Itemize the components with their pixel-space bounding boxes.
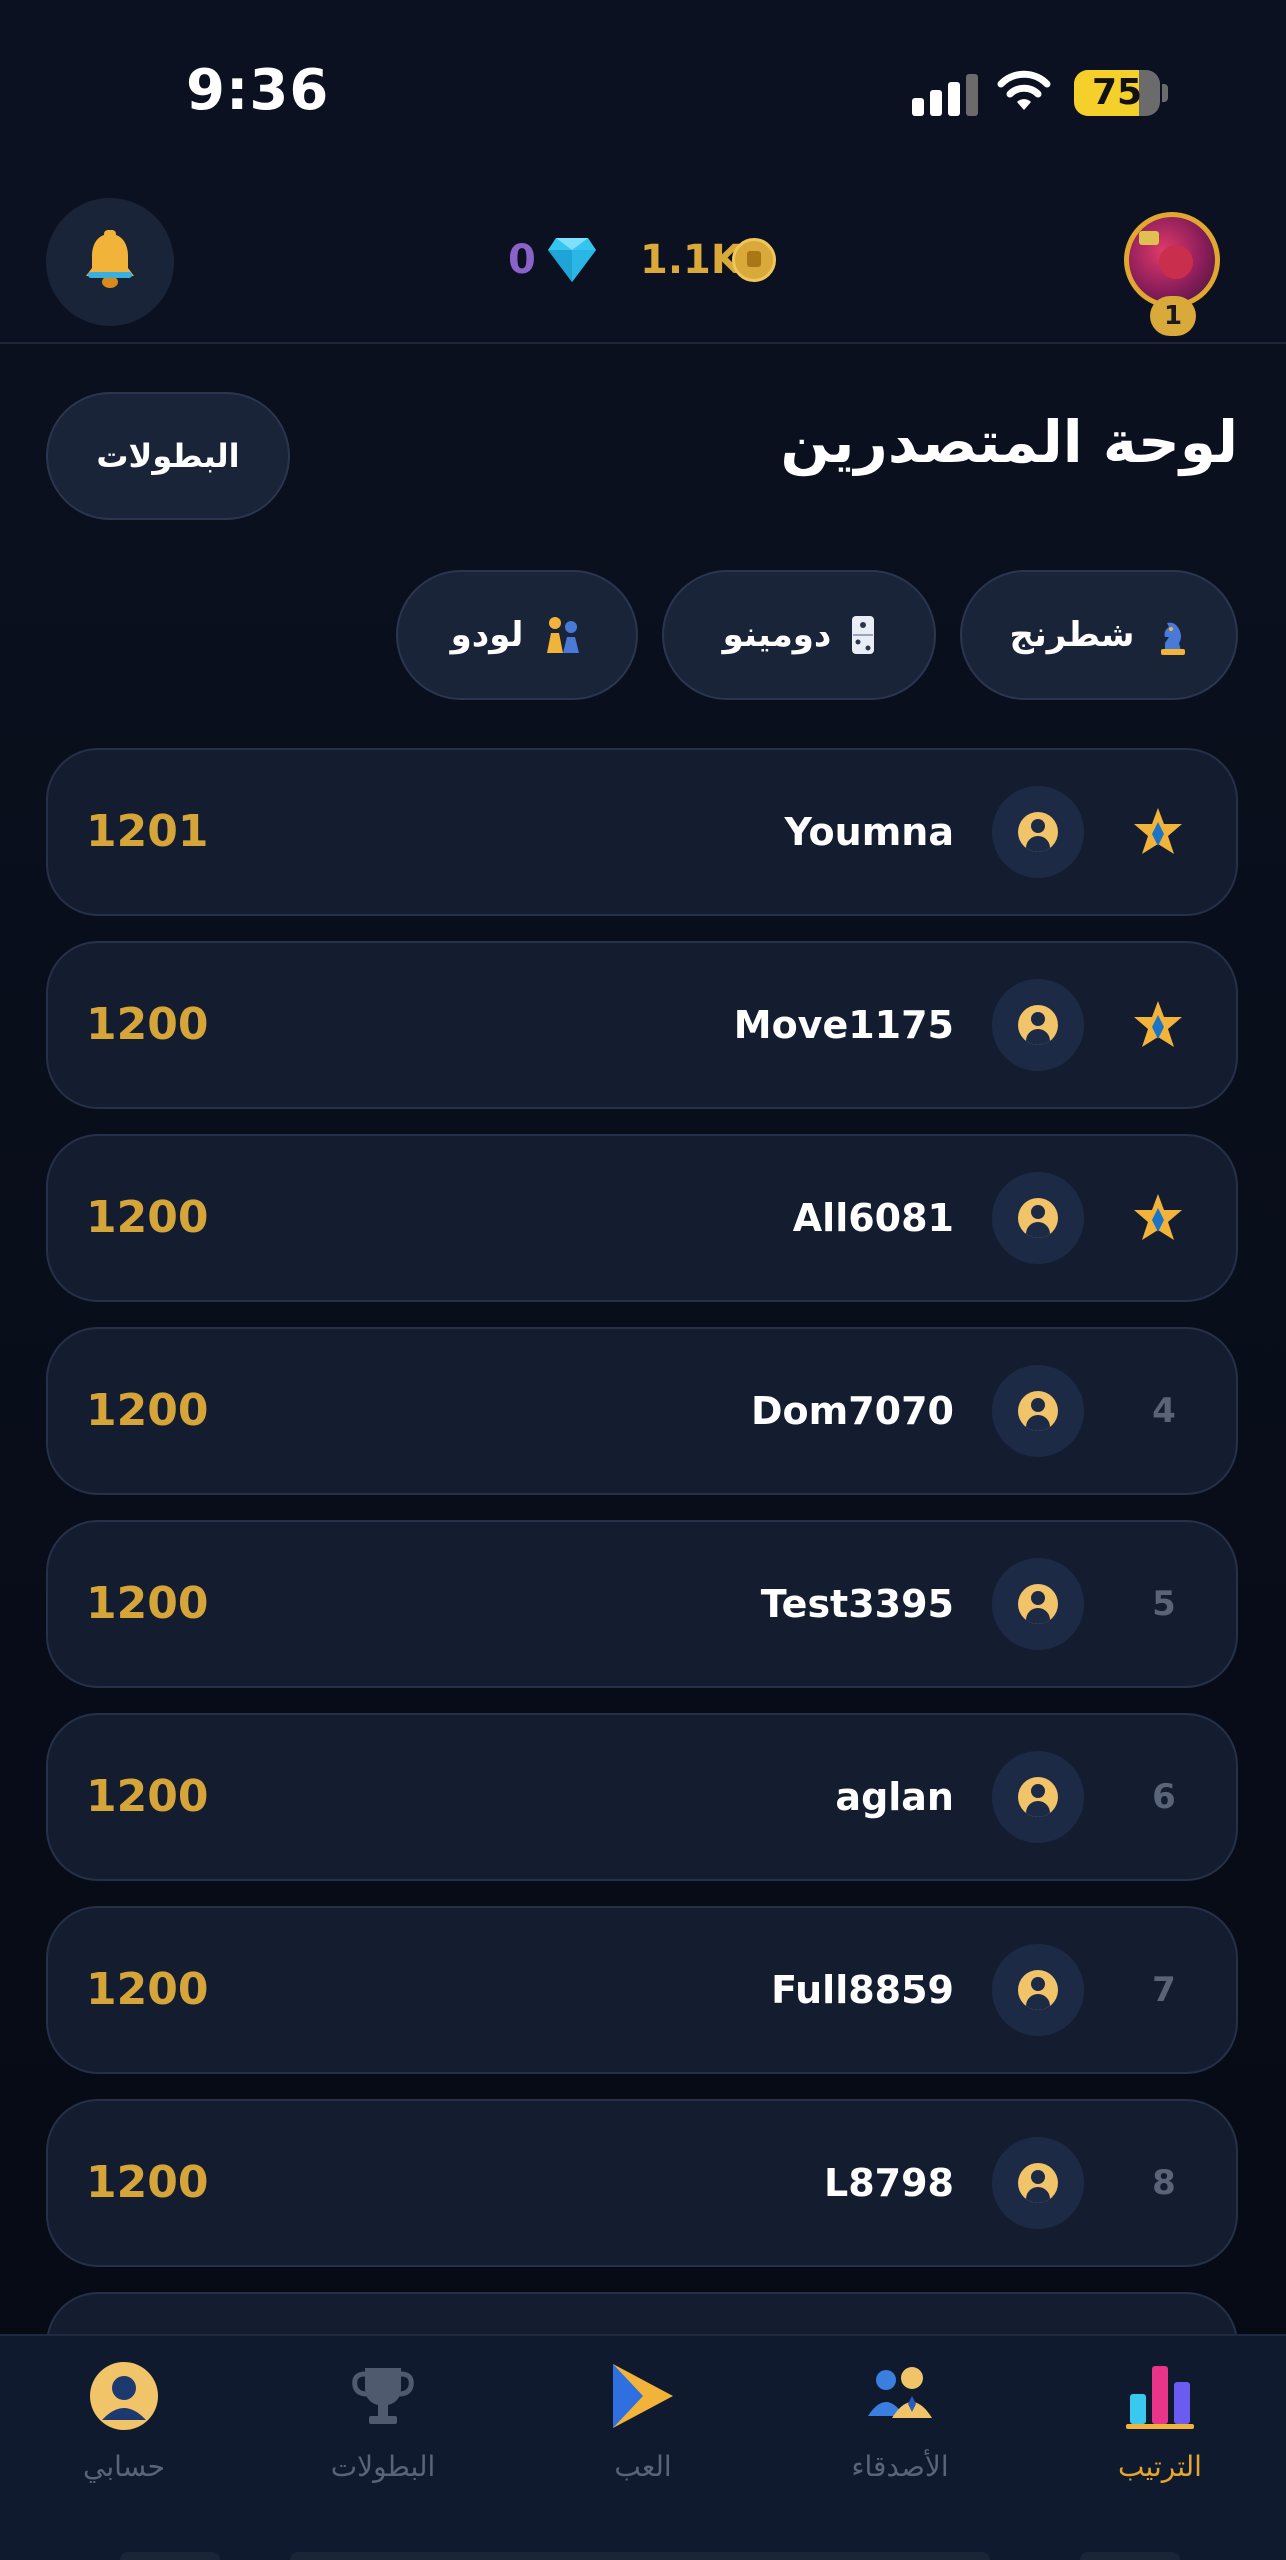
play-icon	[613, 2364, 673, 2428]
filter-domino-label: دومينو	[722, 615, 832, 655]
row-username: Full8859	[771, 1968, 954, 2012]
filter-chess[interactable]: شطرنج	[960, 570, 1238, 700]
leaderboard-row[interactable]: 1200 All6081	[46, 1134, 1238, 1302]
level-badge: 1	[1150, 296, 1196, 336]
filter-ludo-label: لودو	[450, 615, 524, 655]
system-nav-bar-right	[1080, 2552, 1180, 2560]
gems-balance[interactable]: 0	[508, 230, 596, 290]
user-avatar-icon	[992, 1751, 1084, 1843]
row-username: Test3395	[760, 1582, 954, 1626]
leaderboard-row[interactable]: 1201 Youmna	[46, 748, 1238, 916]
coins-count: 1.1K	[640, 237, 742, 283]
row-username: Youmna	[784, 810, 954, 854]
user-avatar-icon	[992, 1365, 1084, 1457]
tournaments-button[interactable]: البطولات	[46, 392, 290, 520]
row-score: 1200	[86, 1385, 209, 1436]
user-avatar-icon	[992, 786, 1084, 878]
row-score: 1200	[86, 2157, 209, 2208]
leaderboard-row[interactable]: 1200 Test3395 5	[46, 1520, 1238, 1688]
top-header: 0 1.1K 1	[0, 190, 1286, 344]
nav-ranking-label: الترتيب	[1118, 2450, 1202, 2483]
status-time: 9:36	[186, 58, 330, 123]
status-bar: 9:36 75	[0, 0, 1286, 190]
notifications-button[interactable]	[46, 198, 174, 326]
nav-friends[interactable]: الأصدقاء	[800, 2336, 1000, 2506]
bell-icon	[86, 230, 134, 288]
trophy-icon	[352, 2368, 414, 2424]
top-rank-star-icon	[1134, 1001, 1182, 1047]
row-rank: 7	[1152, 1970, 1176, 2010]
leaderboard-row[interactable]: 1200 Move1175	[46, 941, 1238, 1109]
user-avatar-icon	[992, 1944, 1084, 2036]
row-score: 1200	[86, 1192, 209, 1243]
friends-icon	[868, 2367, 932, 2418]
system-nav-bar-center	[290, 2552, 990, 2560]
nav-play-label: العب	[614, 2450, 672, 2483]
row-rank: 6	[1152, 1777, 1176, 1817]
top-rank-star-icon	[1134, 1194, 1182, 1240]
nav-ranking[interactable]: الترتيب	[1060, 2336, 1260, 2506]
profile-avatar[interactable]	[1124, 212, 1220, 308]
leaderboard-row[interactable]: 1200 Dom7070 4	[46, 1327, 1238, 1495]
system-nav-bar-left	[120, 2552, 220, 2560]
row-rank: 4	[1152, 1391, 1176, 1431]
row-score: 1200	[86, 999, 209, 1050]
wifi-icon	[996, 70, 1052, 118]
leaderboard-row[interactable]: 1200 Full8859 7	[46, 1906, 1238, 2074]
nav-tournaments[interactable]: البطولات	[283, 2336, 483, 2506]
filter-domino[interactable]: دومينو	[662, 570, 936, 700]
battery-percent: 75	[1091, 72, 1143, 113]
leaderboard-row[interactable]: 1200 aglan 6	[46, 1713, 1238, 1881]
row-rank: 8	[1152, 2163, 1176, 2203]
nav-account[interactable]: حسابي	[24, 2336, 224, 2506]
leaderboard-screen: 9:36 75 0 1.1K 1 البطولات لوحة المتصدرين…	[0, 0, 1286, 2560]
user-avatar-icon	[992, 979, 1084, 1071]
gems-count: 0	[508, 237, 536, 283]
filter-chess-label: شطرنج	[1009, 615, 1135, 655]
bottom-navigation: حسابي البطولات العب الأصدقاء الترتيب	[0, 2334, 1286, 2560]
row-username: aglan	[835, 1775, 954, 1819]
domino-icon	[852, 616, 875, 654]
row-username: Dom7070	[750, 1389, 954, 1433]
user-avatar-icon	[992, 1558, 1084, 1650]
coins-balance[interactable]: 1.1K	[640, 230, 776, 290]
row-username: All6081	[792, 1196, 954, 1240]
filter-ludo[interactable]: لودو	[396, 570, 638, 700]
page-title: لوحة المتصدرين	[780, 408, 1238, 476]
row-rank: 5	[1152, 1584, 1176, 1624]
row-score: 1201	[86, 806, 209, 857]
cellular-signal-icon	[912, 72, 978, 116]
chess-piece-icon	[1160, 622, 1185, 655]
leaderboard-row[interactable]: 1200 L8798 8	[46, 2099, 1238, 2267]
battery-tip	[1162, 84, 1168, 102]
user-avatar-icon	[992, 1172, 1084, 1264]
row-username: Move1175	[733, 1003, 954, 1047]
ranking-bars-icon	[1126, 2366, 1194, 2429]
top-rank-star-icon	[1134, 808, 1182, 854]
coin-icon	[732, 238, 776, 282]
row-score: 1200	[86, 1578, 209, 1629]
nav-account-label: حسابي	[83, 2450, 165, 2483]
battery-icon: 75	[1074, 70, 1160, 116]
account-avatar-icon	[90, 2362, 158, 2430]
nav-friends-label: الأصدقاء	[851, 2450, 949, 2483]
diamond-icon	[548, 238, 596, 282]
row-score: 1200	[86, 1771, 209, 1822]
row-score: 1200	[86, 1964, 209, 2015]
row-username: L8798	[824, 2161, 954, 2205]
nav-play[interactable]: العب	[543, 2336, 743, 2506]
user-avatar-icon	[992, 2137, 1084, 2229]
ludo-players-icon	[547, 617, 580, 653]
nav-tournaments-label: البطولات	[330, 2450, 436, 2483]
